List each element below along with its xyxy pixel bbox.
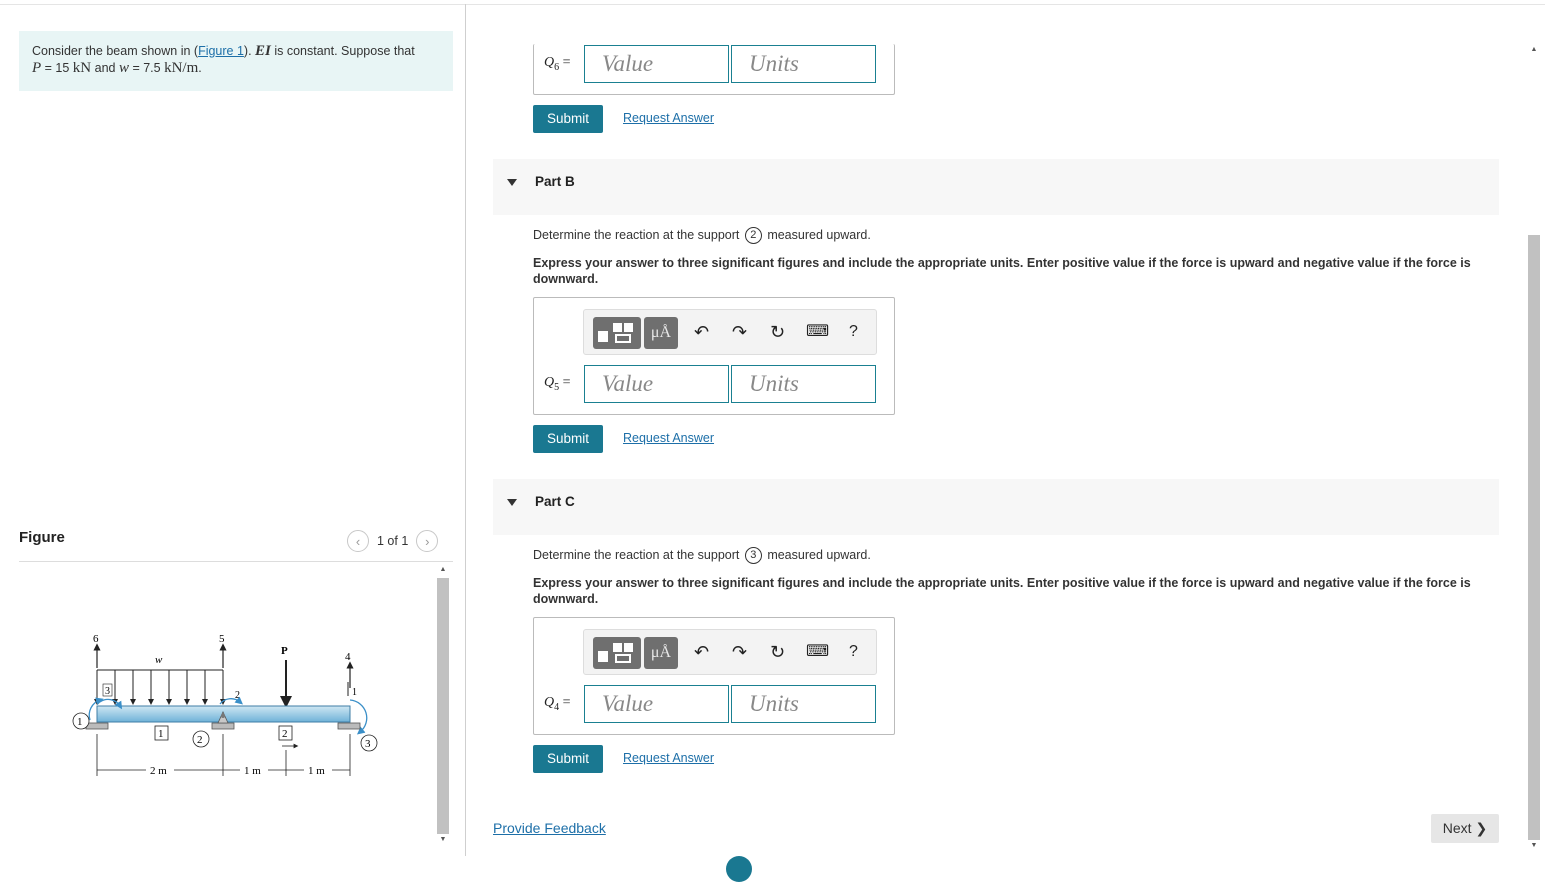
p-value: = 15: [41, 61, 73, 75]
templates-icon[interactable]: [593, 317, 641, 349]
element-label-1: 1: [158, 728, 164, 740]
reset-icon[interactable]: ↻: [770, 640, 785, 664]
w-symbol: w: [118, 60, 129, 76]
q6-label: Q6 =: [544, 55, 571, 73]
units-icon[interactable]: μÅ: [644, 637, 678, 669]
problem-text: and: [91, 61, 119, 75]
support-label-3: 3: [365, 738, 371, 750]
node-label-6: 6: [93, 633, 99, 645]
pane-divider: [465, 4, 466, 856]
q5-units-input[interactable]: Units: [731, 365, 876, 403]
scroll-up-icon[interactable]: ▲: [435, 566, 451, 573]
problem-text: ).: [243, 44, 256, 58]
part-c-title: Part C: [535, 494, 575, 509]
top-divider: [0, 4, 1545, 5]
p-symbol: P: [32, 60, 42, 76]
q6-value-input[interactable]: Value: [584, 45, 729, 83]
submit-button-part-a[interactable]: Submit: [533, 105, 603, 133]
q6-units-input[interactable]: Units: [731, 45, 876, 83]
part-c-question: Determine the reaction at the support 3 …: [533, 547, 871, 564]
redo-icon[interactable]: ↷: [732, 640, 747, 664]
figure-scroll-thumb[interactable]: [437, 578, 449, 834]
redo-icon[interactable]: ↷: [732, 320, 747, 344]
undo-icon[interactable]: ↶: [694, 640, 709, 664]
next-label: Next: [1442, 820, 1472, 836]
q4-units-input[interactable]: Units: [731, 685, 876, 723]
scroll-down-icon[interactable]: ▼: [435, 836, 451, 843]
page-scroll-thumb[interactable]: [1528, 235, 1540, 840]
figure-pager: ‹ 1 of 1 ›: [347, 530, 439, 552]
request-answer-link-part-c[interactable]: Request Answer: [623, 751, 714, 765]
keyboard-icon[interactable]: ⌨: [806, 320, 829, 344]
help-icon[interactable]: ?: [849, 640, 858, 664]
keyboard-icon[interactable]: ⌨: [806, 640, 829, 664]
figure-title: Figure: [19, 529, 65, 546]
node-label-3: 3: [105, 686, 110, 697]
dimension-label-3: 1 m: [308, 765, 325, 777]
dimension-label-2: 1 m: [244, 765, 261, 777]
p-load-label: P: [281, 645, 288, 657]
w-load-label: w: [155, 654, 163, 666]
request-answer-link-part-b[interactable]: Request Answer: [623, 431, 714, 445]
dimension-label-1: 2 m: [150, 765, 167, 777]
next-button[interactable]: Next ❯: [1431, 814, 1499, 843]
q5-value-input[interactable]: Value: [584, 365, 729, 403]
math-toolbar-c: μÅ ↶ ↷ ↻ ⌨ ?: [583, 629, 877, 675]
scroll-down-icon[interactable]: ▼: [1526, 842, 1542, 849]
pager-text: 1 of 1: [377, 534, 409, 548]
w-value: = 7.5: [128, 61, 165, 75]
q4-label: Q4 =: [544, 695, 571, 713]
problem-text: Consider the beam shown in (: [32, 44, 199, 58]
part-b-question: Determine the reaction at the support 2 …: [533, 227, 871, 244]
scroll-up-icon[interactable]: ▲: [1526, 46, 1542, 53]
problem-statement: Consider the beam shown in (Figure 1). E…: [19, 31, 453, 91]
part-b-header[interactable]: Part B: [493, 159, 1499, 215]
part-b-instructions: Express your answer to three significant…: [533, 256, 1471, 286]
provide-feedback-link[interactable]: Provide Feedback: [493, 820, 606, 836]
problem-text: is constant. Suppose that: [270, 44, 415, 58]
page-scrollbar[interactable]: ▲ ▼: [1526, 44, 1542, 856]
support-label-2: 2: [197, 734, 203, 746]
ei-symbol: EI: [255, 43, 271, 59]
collapse-triangle-icon[interactable]: [507, 499, 517, 506]
node-label-5: 5: [219, 633, 225, 645]
logo-icon: [726, 856, 752, 882]
q5-label: Q5 =: [544, 375, 571, 393]
chevron-left-icon[interactable]: ‹: [347, 530, 369, 552]
problem-text: .: [198, 61, 202, 75]
q4-value-input[interactable]: Value: [584, 685, 729, 723]
reset-icon[interactable]: ↻: [770, 320, 785, 344]
undo-icon[interactable]: ↶: [694, 320, 709, 344]
submit-button-part-c[interactable]: Submit: [533, 745, 603, 773]
p-unit: kN: [72, 60, 92, 76]
submit-button-part-b[interactable]: Submit: [533, 425, 603, 453]
request-answer-link-part-a[interactable]: Request Answer: [623, 111, 714, 125]
figure-rule: [19, 561, 453, 562]
figure-scrollbar[interactable]: ▲ ▼: [435, 566, 451, 846]
element-label-2: 2: [282, 728, 288, 740]
figure-link[interactable]: Figure 1: [198, 44, 244, 58]
collapse-triangle-icon[interactable]: [507, 179, 517, 186]
support-label-1: 1: [77, 716, 83, 728]
part-b-title: Part B: [535, 174, 575, 189]
templates-icon[interactable]: [593, 637, 641, 669]
help-icon[interactable]: ?: [849, 320, 858, 344]
part-c-instructions: Express your answer to three significant…: [533, 576, 1471, 606]
node-label-1: 1: [352, 687, 357, 698]
math-toolbar-b: μÅ ↶ ↷ ↻ ⌨ ?: [583, 309, 877, 355]
beam-figure: 6 5 4 w P 3 2 1 1 2 3 1 2 2 m 1 m 1 m: [72, 633, 378, 777]
node-label-4: 4: [345, 651, 351, 663]
chevron-right-icon: ❯: [1475, 820, 1488, 836]
part-c-header[interactable]: Part C: [493, 479, 1499, 535]
units-icon[interactable]: μÅ: [644, 317, 678, 349]
w-unit: kN/m: [164, 60, 199, 76]
chevron-right-icon[interactable]: ›: [416, 530, 439, 552]
